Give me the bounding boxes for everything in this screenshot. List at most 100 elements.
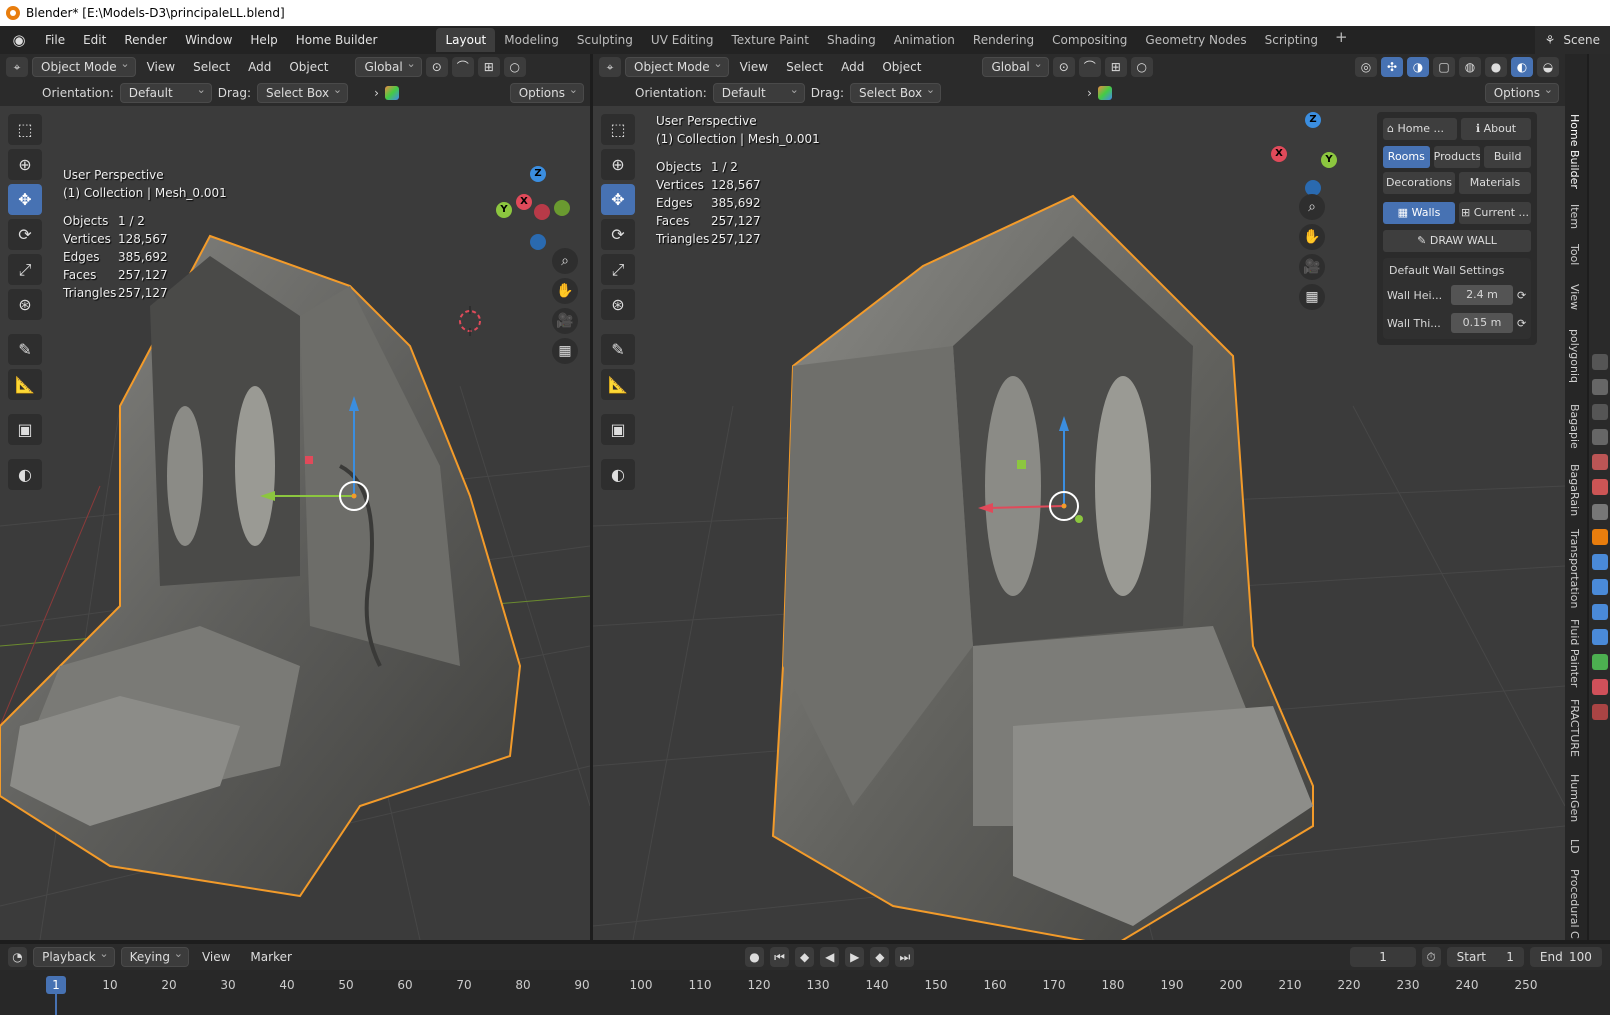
menu-render[interactable]: Render [115, 29, 176, 51]
wireframe-shading-icon[interactable]: ◍ [1459, 57, 1481, 77]
reset-icon[interactable]: ⟳ [1517, 317, 1526, 330]
cursor-tool-icon[interactable]: ⊕ [8, 149, 42, 180]
axis-z-icon[interactable]: Z [1305, 112, 1321, 128]
rendered-shading-icon[interactable]: ◒ [1537, 57, 1559, 77]
particles-props-icon[interactable] [1591, 579, 1608, 595]
sidebar-tab-home-builder[interactable]: Home Builder [1568, 114, 1581, 189]
sidebar-tab-polygoniq[interactable]: polygoniq [1568, 329, 1581, 383]
output-props-icon[interactable] [1591, 404, 1608, 420]
axis-y-icon[interactable]: Y [1321, 152, 1337, 168]
menu-add[interactable]: Add [834, 60, 871, 74]
render-props-icon[interactable] [1591, 379, 1608, 395]
timeline-view-menu[interactable]: View [195, 950, 237, 964]
axis-z-icon[interactable]: Z [530, 166, 546, 182]
scale-tool-icon[interactable]: ⤢ [8, 254, 42, 285]
tab-products[interactable]: Products [1433, 146, 1481, 168]
solid-shading-icon[interactable]: ● [1485, 57, 1507, 77]
add-workspace-icon[interactable]: + [1327, 28, 1356, 52]
menu-help[interactable]: Help [241, 29, 286, 51]
menu-view[interactable]: View [733, 60, 775, 74]
rotate-tool-icon[interactable]: ⟳ [8, 219, 42, 250]
viewport-right[interactable]: ⌖ Object Mode View Select Add Object Glo… [593, 54, 1565, 940]
tab-sculpting[interactable]: Sculpting [568, 28, 642, 52]
orientation-dropdown[interactable]: Default [119, 81, 212, 103]
marker-menu[interactable]: Marker [243, 950, 298, 964]
drag-dropdown[interactable]: Select Box [849, 81, 942, 103]
mode-dropdown[interactable]: Object Mode [625, 55, 729, 77]
add-cube-tool-icon[interactable]: ▣ [601, 414, 635, 445]
keying-menu[interactable]: Keying [120, 945, 189, 967]
rotate-tool-icon[interactable]: ⟳ [601, 219, 635, 250]
menu-object[interactable]: Object [282, 60, 335, 74]
proportional-edit-icon[interactable]: ○ [503, 57, 526, 77]
menu-home-builder[interactable]: Home Builder [287, 29, 387, 51]
timeline-ruler[interactable]: 1 10 20 30 40 50 60 70 80 90 100 110 120… [0, 970, 1610, 1015]
tab-modeling[interactable]: Modeling [495, 28, 568, 52]
select-box-tool-icon[interactable]: ⬚ [8, 114, 42, 145]
move-tool-icon[interactable]: ✥ [601, 184, 635, 215]
axis-neg-y-icon[interactable] [554, 200, 570, 216]
material-props-icon[interactable] [1591, 679, 1608, 695]
sidebar-tab-bagapie[interactable]: Bagapie [1568, 404, 1581, 449]
visibility-icon[interactable]: ◎ [1355, 57, 1377, 77]
jump-end-icon[interactable]: ⏭ [895, 947, 915, 967]
sidebar-tab-humgen[interactable]: HumGen [1568, 774, 1581, 822]
addon-cube-icon[interactable] [384, 86, 399, 100]
menu-view[interactable]: View [140, 60, 182, 74]
modifier-props-icon[interactable] [1591, 554, 1608, 570]
3d-cursor-icon[interactable] [455, 306, 485, 336]
tab-build[interactable]: Build [1484, 146, 1532, 168]
tab-rooms[interactable]: Rooms [1383, 146, 1430, 168]
walls-button[interactable]: ▦ Walls [1383, 202, 1455, 224]
reset-icon[interactable]: ⟳ [1517, 289, 1526, 302]
editor-type-icon[interactable]: ⌖ [6, 57, 28, 77]
chevron-right-icon[interactable]: › [374, 86, 379, 100]
measure-tool-icon[interactable]: 📐 [8, 369, 42, 400]
wall-height-field[interactable]: 2.4 m [1451, 285, 1513, 305]
addon-tool-icon[interactable]: ◐ [8, 459, 42, 490]
playback-menu[interactable]: Playback [33, 945, 115, 967]
menu-add[interactable]: Add [241, 60, 278, 74]
prev-keyframe-icon[interactable]: ◆ [795, 947, 815, 967]
view-layer-props-icon[interactable] [1591, 429, 1608, 445]
timeline-editor-icon[interactable]: ◔ [8, 947, 28, 967]
navigation-gizmo[interactable]: Z Y X [490, 162, 580, 252]
viewport-left[interactable]: ⌖ Object Mode View Select Add Object Glo… [0, 54, 590, 940]
tab-materials[interactable]: Materials [1459, 172, 1531, 194]
gizmo-toggle-icon[interactable]: ✣ [1381, 57, 1403, 77]
options-dropdown[interactable]: Options [509, 81, 584, 103]
pivot-icon[interactable]: ⊙ [1052, 57, 1075, 77]
zoom-icon[interactable]: ⌕ [1299, 194, 1325, 220]
pan-hand-icon[interactable]: ✋ [552, 278, 578, 304]
sidebar-tab-fluid-painter[interactable]: Fluid Painter [1568, 619, 1581, 687]
stopwatch-icon[interactable]: ⏱ [1421, 947, 1441, 967]
pan-hand-icon[interactable]: ✋ [1299, 224, 1325, 250]
snap-icon[interactable]: ⌒ [451, 57, 474, 77]
home-button[interactable]: ⌂ Home ... [1383, 118, 1457, 140]
options-dropdown[interactable]: Options [1484, 81, 1559, 103]
navigation-gizmo[interactable]: Z X Y [1269, 108, 1359, 198]
grid-ortho-icon[interactable]: ▦ [1299, 284, 1325, 310]
move-tool-icon[interactable]: ✥ [8, 184, 42, 215]
wall-thickness-field[interactable]: 0.15 m [1451, 313, 1513, 333]
sidebar-tab-transportation[interactable]: Transportation [1568, 529, 1581, 608]
snap-target-icon[interactable]: ⊞ [1104, 57, 1127, 77]
axis-x-icon[interactable]: X [1271, 146, 1287, 162]
tab-geometry-nodes[interactable]: Geometry Nodes [1136, 28, 1255, 52]
sidebar-tab-tool[interactable]: Tool [1568, 244, 1581, 265]
transform-tool-icon[interactable]: ⊛ [601, 289, 635, 320]
jump-start-icon[interactable]: ⏮ [769, 947, 790, 967]
tab-uv-editing[interactable]: UV Editing [642, 28, 723, 52]
tab-scripting[interactable]: Scripting [1256, 28, 1327, 52]
tab-layout[interactable]: Layout [436, 28, 496, 52]
transform-orientation-dropdown[interactable]: Global [355, 55, 422, 77]
chevron-right-icon[interactable]: › [1087, 86, 1092, 100]
data-props-icon[interactable] [1591, 654, 1608, 670]
draw-wall-button[interactable]: ✎ DRAW WALL [1383, 230, 1531, 252]
constraints-props-icon[interactable] [1591, 629, 1608, 645]
record-icon[interactable]: ● [744, 947, 764, 967]
physics-props-icon[interactable] [1591, 604, 1608, 620]
menu-object[interactable]: Object [875, 60, 928, 74]
tab-texture-paint[interactable]: Texture Paint [723, 28, 818, 52]
start-frame-field[interactable]: Start 1 [1446, 947, 1524, 967]
